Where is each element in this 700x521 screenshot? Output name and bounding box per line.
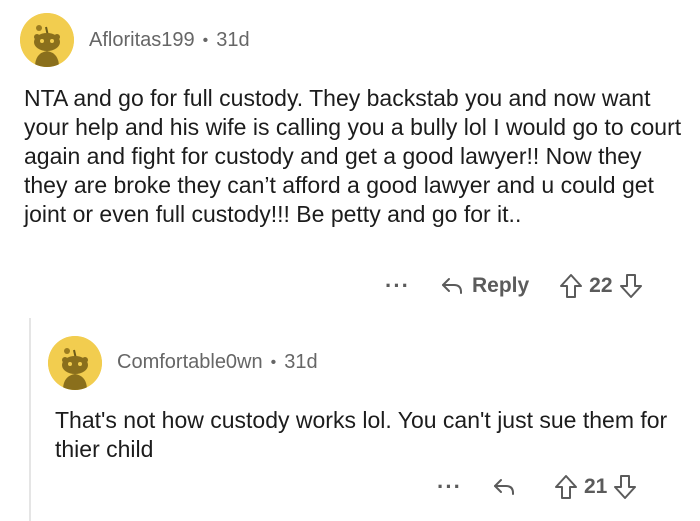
username[interactable]: Afloritas199: [89, 29, 195, 52]
vote-score: 21: [583, 475, 608, 498]
snoo-avatar-icon: [20, 13, 74, 67]
comment-meta: Afloritas199 • 31d: [89, 29, 250, 52]
avatar[interactable]: [48, 336, 102, 390]
comment-body: That's not how custody works lol. You ca…: [55, 407, 668, 462]
vote-score: 22: [589, 274, 613, 297]
reply-button[interactable]: Reply: [440, 274, 529, 298]
separator-dot: •: [270, 353, 277, 371]
separator-dot: •: [202, 31, 209, 49]
avatar[interactable]: [20, 13, 74, 67]
reply-button[interactable]: [492, 477, 524, 497]
reply-comment: Comfortable0wn • 31d That's not how cust…: [0, 318, 700, 521]
username[interactable]: Comfortable0wn: [117, 351, 263, 374]
upvote-arrow-icon[interactable]: [559, 273, 583, 299]
downvote-arrow-icon[interactable]: [613, 474, 637, 500]
comment-meta: Comfortable0wn • 31d: [117, 351, 318, 374]
comment-actions: ··· Reply 22: [385, 273, 643, 299]
vote-controls: 22: [559, 273, 642, 299]
reply-arrow-icon: [441, 278, 462, 294]
reply-arrow-icon: [493, 479, 514, 495]
comment: Afloritas199 • 31d NTA and go for full c…: [0, 0, 700, 318]
reply-label: Reply: [471, 274, 530, 297]
more-options-button[interactable]: ···: [385, 275, 410, 297]
snoo-avatar-icon: [48, 336, 102, 390]
comment-age: 31d: [284, 351, 318, 373]
vote-controls: 21: [554, 474, 637, 500]
downvote-arrow-icon[interactable]: [619, 273, 643, 299]
comment-age: 31d: [216, 29, 250, 51]
more-options-button[interactable]: ···: [437, 476, 462, 498]
comment-body: NTA and go for full custody. They backst…: [24, 85, 682, 227]
upvote-arrow-icon[interactable]: [554, 474, 578, 500]
comment-actions: ··· 21: [437, 474, 637, 500]
